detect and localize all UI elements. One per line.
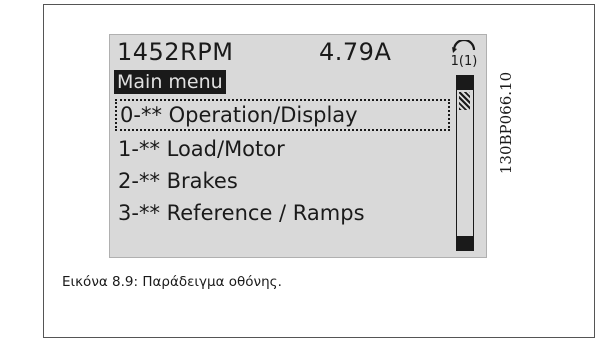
- speed-readout: 1452RPM: [117, 38, 234, 66]
- scroll-down-arrow-icon[interactable]: [457, 236, 473, 250]
- menu-item-reference-ramps[interactable]: 3-** Reference / Ramps: [115, 197, 368, 229]
- status-row: 1452RPM 4.79A 1(1): [110, 35, 486, 71]
- lcd-display: 1452RPM 4.79A 1(1) Main menu 0-** Operat…: [109, 34, 487, 258]
- menu-item-brakes[interactable]: 2-** Brakes: [115, 165, 241, 197]
- figure-caption: Εικόνα 8.9: Παράδειγμα οθόνης.: [62, 274, 282, 290]
- menu-item-load-motor[interactable]: 1-** Load/Motor: [115, 133, 288, 165]
- setup-number-icon: 1(1): [451, 40, 478, 68]
- menu-item-operation-display[interactable]: 0-** Operation/Display: [115, 99, 450, 131]
- current-readout: 4.79A: [319, 38, 392, 66]
- menu-title: Main menu: [114, 70, 226, 94]
- figure-code: 130BP066.10: [496, 38, 516, 208]
- setup-indicator-label: 1(1): [451, 54, 478, 68]
- scroll-thumb[interactable]: [459, 92, 470, 110]
- figure-code-label: 130BP066.10: [497, 71, 515, 175]
- menu-scrollbar[interactable]: [456, 75, 474, 251]
- scroll-up-arrow-icon[interactable]: [457, 76, 473, 90]
